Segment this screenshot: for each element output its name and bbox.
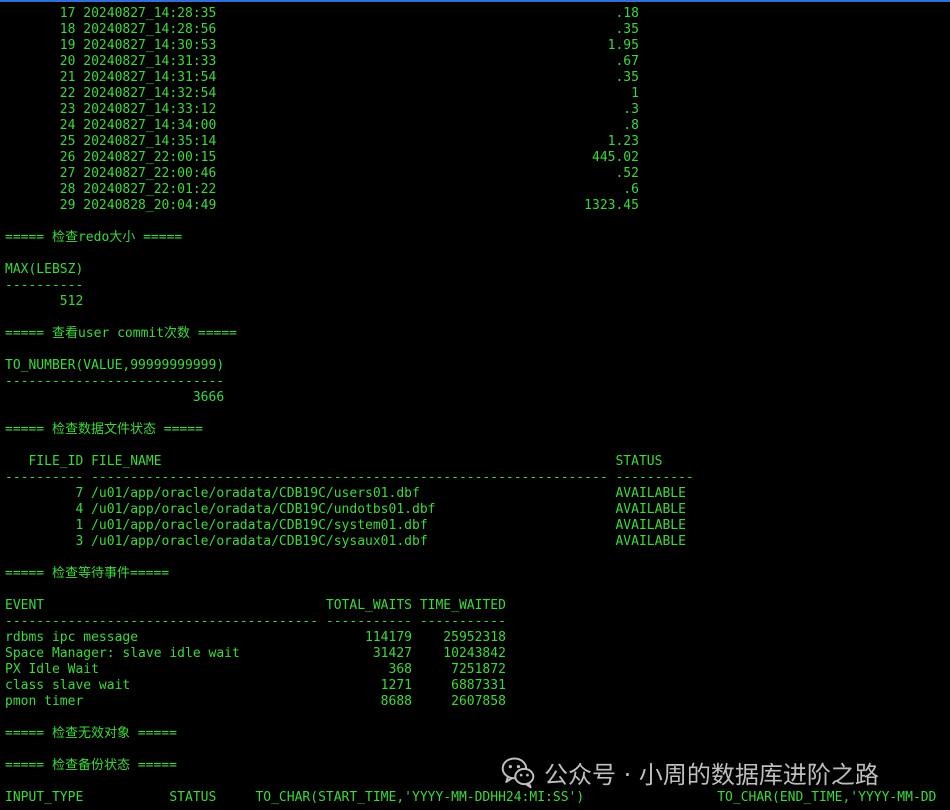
table-row: Space Manager: slave idle wait 31427 102… (5, 646, 506, 661)
column-header: INPUT_TYPE STATUS TO_CHAR(START_TIME,'YY… (5, 790, 937, 805)
terminal-line: 22 20240827_14:32:54 1 (5, 86, 639, 101)
table-row: 1 /u01/app/oracle/oradata/CDB19C/system0… (5, 518, 686, 533)
terminal-line: 26 20240827_22:00:15 445.02 (5, 150, 639, 165)
table-row: 7 /u01/app/oracle/oradata/CDB19C/users01… (5, 486, 686, 501)
section-header-datafile-status: ===== 检查数据文件状态 ===== (5, 422, 203, 437)
table-row: pmon timer 8688 2607858 (5, 694, 506, 709)
terminal-line: 20 20240827_14:31:33 .67 (5, 54, 639, 69)
section-header-wait-events: ===== 检查等待事件===== (5, 566, 170, 581)
terminal-line: 21 20240827_14:31:54 .35 (5, 70, 639, 85)
table-row: 4 /u01/app/oracle/oradata/CDB19C/undotbs… (5, 502, 686, 517)
window-top-border (0, 0, 950, 2)
column-separator: ---------------------------- (5, 374, 225, 389)
table-row: 3 /u01/app/oracle/oradata/CDB19C/sysaux0… (5, 534, 686, 549)
section-header-redo: ===== 检查redo大小 ===== (5, 230, 183, 245)
terminal-line: 17 20240827_14:28:35 .18 (5, 6, 639, 21)
terminal-line: 18 20240827_14:28:56 .35 (5, 22, 639, 37)
column-separator: ---------- -----------------------------… (5, 470, 694, 485)
column-header: TO_NUMBER(VALUE,99999999999) (5, 358, 225, 373)
terminal-line: 19 20240827_14:30:53 1.95 (5, 38, 639, 53)
watermark-text: 公众号 · 小周的数据库进阶之路 (544, 760, 879, 789)
terminal-line: 24 20240827_14:34:00 .8 (5, 118, 639, 133)
terminal-line: 29 20240828_20:04:49 1323.45 (5, 198, 639, 213)
section-header-invalid-objects: ===== 检查无效对象 ===== (5, 726, 177, 741)
column-header: FILE_ID FILE_NAME STATUS (5, 454, 663, 469)
column-header: EVENT TOTAL_WAITS TIME_WAITED (5, 598, 506, 613)
terminal-line: 23 20240827_14:33:12 .3 (5, 102, 639, 117)
column-separator: ----------------------------------------… (5, 614, 506, 629)
terminal-line: 3666 (5, 390, 225, 405)
table-row: rdbms ipc message 114179 25952318 (5, 630, 506, 645)
column-header: MAX(LEBSZ) (5, 262, 84, 277)
terminal-line: 512 (5, 294, 84, 309)
table-row: PX Idle Wait 368 7251872 (5, 662, 506, 677)
terminal-line: 28 20240827_22:01:22 .6 (5, 182, 639, 197)
terminal-line: 27 20240827_22:00:46 .52 (5, 166, 639, 181)
terminal-line: 25 20240827_14:35:14 1.23 (5, 134, 639, 149)
section-header-user-commit: ===== 查看user commit次数 ===== (5, 326, 238, 341)
wechat-icon (501, 757, 535, 789)
table-row: class slave wait 1271 6887331 (5, 678, 506, 693)
wechat-watermark: 公众号 · 小周的数据库进阶之路 (500, 752, 879, 792)
terminal-output[interactable]: 17 20240827_14:28:35 .18 18 20240827_14:… (5, 6, 950, 806)
column-separator: ---------- (5, 278, 84, 293)
